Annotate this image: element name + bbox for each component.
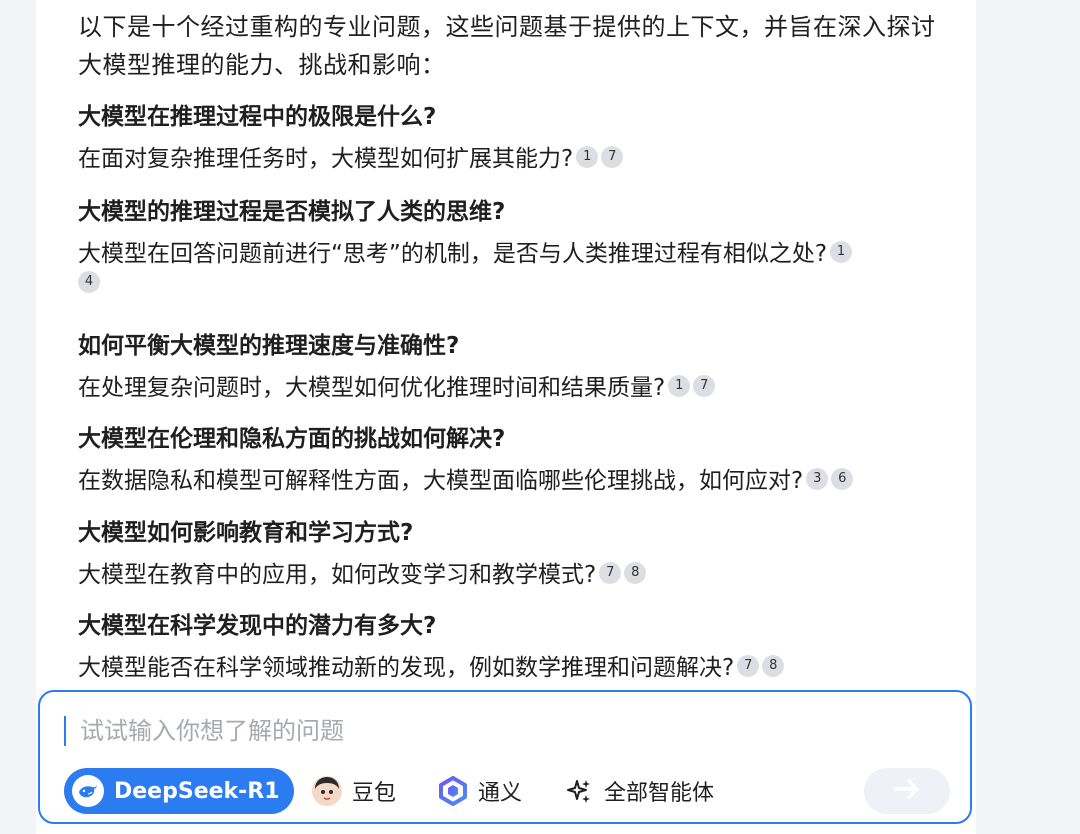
question-title: 大模型在科学发现中的潜力有多大?	[78, 613, 437, 639]
avatar-icon	[310, 774, 344, 808]
question-input[interactable]	[78, 710, 942, 752]
deepseek-r1-label: DeepSeek-R1	[114, 778, 280, 804]
arrow-right-icon	[893, 778, 921, 804]
citation-badge[interactable]: 3	[806, 468, 829, 490]
citation-badge[interactable]: 6	[831, 468, 854, 490]
question-title: 大模型的推理过程是否模拟了人类的思维?	[78, 199, 506, 225]
tongyi-button[interactable]: 通义	[436, 768, 522, 814]
chat-input-box: DeepSeek-R1 豆包	[38, 690, 972, 824]
send-button[interactable]	[864, 768, 950, 814]
question-item: 大模型如何影响教育和学习方式? 大模型在教育中的应用，如何改变学习和教学模式? 7…	[78, 518, 948, 592]
intro-paragraph: 以下是十个经过重构的专业问题，这些问题基于提供的上下文，并旨在深入探讨大模型推理…	[78, 13, 936, 79]
question-title: 如何平衡大模型的推理速度与准确性?	[78, 333, 460, 359]
citation-badge[interactable]: 1	[576, 146, 599, 168]
question-item: 大模型的推理过程是否模拟了人类的思维? 大模型在回答问题前进行“思考”的机制，是…	[78, 197, 948, 300]
question-body: 大模型能否在科学领域推动新的发现，例如数学推理和问题解决? 7 8	[78, 651, 948, 685]
question-body: 大模型在教育中的应用，如何改变学习和教学模式? 7 8	[78, 558, 948, 592]
question-item: 大模型在推理过程中的极限是什么? 在面对复杂推理任务时，大模型如何扩展其能力? 1…	[78, 102, 948, 176]
question-body-continuation: 4	[78, 271, 948, 300]
whale-icon	[72, 775, 104, 807]
citation-badge[interactable]: 4	[78, 271, 100, 293]
question-body: 在处理复杂问题时，大模型如何优化推理时间和结果质量? 1 7	[78, 371, 948, 405]
tongyi-logo-icon	[436, 774, 470, 808]
tongyi-label: 通义	[478, 781, 523, 806]
question-item: 大模型在伦理和隐私方面的挑战如何解决? 在数据隐私和模型可解释性方面，大模型面临…	[78, 424, 948, 498]
question-item: 大模型在科学发现中的潜力有多大? 大模型能否在科学领域推动新的发现，例如数学推理…	[78, 611, 948, 685]
question-title: 大模型如何影响教育和学习方式?	[78, 520, 414, 546]
all-agents-label: 全部智能体	[604, 781, 715, 806]
sparkle-icon	[562, 774, 596, 808]
question-title: 大模型在推理过程中的极限是什么?	[78, 104, 437, 130]
question-body: 在数据隐私和模型可解释性方面，大模型面临哪些伦理挑战，如何应对? 3 6	[78, 464, 948, 498]
citation-badge[interactable]: 1	[668, 375, 691, 397]
citation-badge[interactable]: 7	[737, 655, 760, 677]
citation-badge[interactable]: 7	[601, 146, 624, 168]
doubao-button[interactable]: 豆包	[310, 768, 396, 814]
question-title: 大模型在伦理和隐私方面的挑战如何解决?	[78, 426, 506, 452]
text-caret	[64, 716, 66, 746]
doubao-label: 豆包	[352, 781, 397, 806]
citation-badge[interactable]: 8	[624, 562, 647, 584]
question-body: 大模型在回答问题前进行“思考”的机制，是否与人类推理过程有相似之处? 1	[78, 237, 948, 271]
question-item: 如何平衡大模型的推理速度与准确性? 在处理复杂问题时，大模型如何优化推理时间和结…	[78, 331, 948, 405]
citation-badge[interactable]: 1	[830, 241, 853, 263]
citation-badge[interactable]: 7	[599, 562, 622, 584]
all-agents-button[interactable]: 全部智能体	[562, 768, 714, 814]
citation-badge[interactable]: 8	[762, 655, 785, 677]
citation-badge[interactable]: 7	[693, 375, 716, 397]
model-toolbar: DeepSeek-R1 豆包 通义 全部智能体	[64, 768, 954, 814]
question-body: 在面对复杂推理任务时，大模型如何扩展其能力? 1 7	[78, 142, 948, 176]
deepseek-r1-button[interactable]: DeepSeek-R1	[64, 768, 294, 814]
